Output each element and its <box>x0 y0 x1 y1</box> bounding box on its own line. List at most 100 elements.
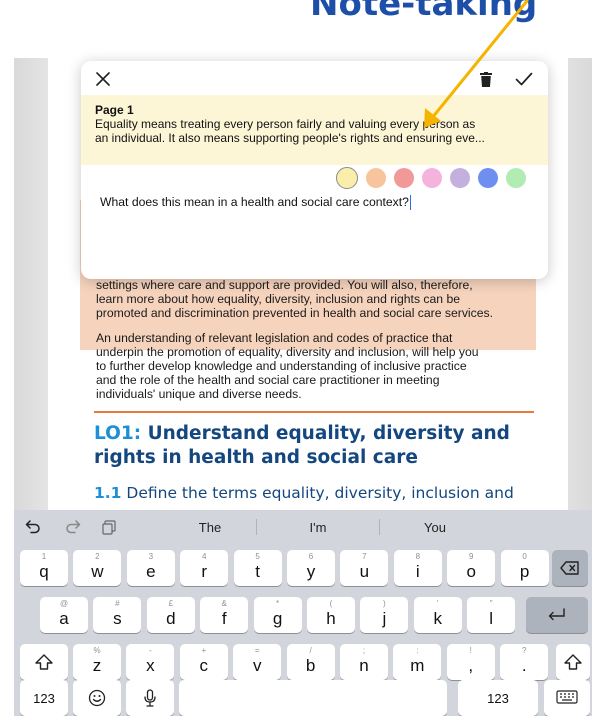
key-n[interactable]: ; n <box>340 644 388 680</box>
checkmark-icon <box>515 72 533 86</box>
key-u[interactable]: 7u <box>340 550 389 586</box>
key-d[interactable]: £ d <box>146 597 195 633</box>
highlight-color-picker <box>336 167 526 190</box>
numbers-key-right[interactable]: 123 <box>458 680 538 716</box>
key-.?[interactable]: ?. <box>500 644 549 680</box>
key-label: x <box>146 656 155 675</box>
section-title-line2: rights in health and social care <box>94 447 418 468</box>
note-toolbar <box>81 61 548 95</box>
key-m[interactable]: :m <box>393 644 442 680</box>
key-,![interactable]: !, <box>446 644 495 680</box>
key-i[interactable]: 8i <box>393 550 442 586</box>
key-t[interactable]: 5t <box>233 550 282 586</box>
key-label: c <box>199 656 209 675</box>
suggestion-2[interactable]: I'm <box>257 510 379 544</box>
color-swatch-red[interactable] <box>394 168 414 188</box>
suggestion-3[interactable]: You <box>380 510 490 544</box>
key-label: j <box>382 609 387 628</box>
key-label: h <box>326 609 336 628</box>
key-y[interactable]: 6y <box>287 550 335 586</box>
key-j[interactable]: ) j <box>360 597 409 633</box>
emoji-key[interactable] <box>73 680 121 716</box>
numbers-key-left[interactable]: 123 <box>20 680 68 716</box>
key-z[interactable]: % z <box>73 644 121 680</box>
key-label: b <box>305 656 316 675</box>
section-code: LO1: <box>94 423 142 444</box>
suggestion-bar: The I'm You <box>14 510 592 544</box>
backspace-key[interactable] <box>552 550 588 586</box>
key-g[interactable]: * g <box>253 597 302 633</box>
key-hint: 4 <box>201 552 207 561</box>
color-swatch-green[interactable] <box>506 168 526 188</box>
key-h[interactable]: (h <box>307 597 355 633</box>
keyboard-hide-icon <box>556 690 578 704</box>
key-label: d <box>166 609 176 628</box>
key-label: m <box>410 656 425 675</box>
delete-note-button[interactable] <box>475 68 497 90</box>
key-b[interactable]: / b <box>286 644 335 680</box>
key-hint: % <box>93 646 101 655</box>
divider <box>94 411 534 413</box>
highlighted-excerpt: Page 1 Equality means treating every per… <box>81 95 548 165</box>
key-hint: ( <box>329 599 333 608</box>
intro-paragraph-2-line: underpin the promotion of equality, dive… <box>96 345 479 359</box>
shift-key-left[interactable] <box>20 644 68 680</box>
key-hint: 9 <box>468 552 474 561</box>
key-label: p <box>519 562 530 581</box>
paste-button[interactable] <box>98 517 120 537</box>
done-button[interactable] <box>511 67 537 91</box>
undo-button[interactable] <box>22 517 44 537</box>
key-l[interactable]: " l <box>467 597 516 633</box>
shift-icon <box>564 654 582 670</box>
suggestion-1[interactable]: The <box>164 510 256 544</box>
key-hint: - <box>149 646 152 655</box>
key-label: q <box>39 562 49 581</box>
key-label: f <box>221 609 227 628</box>
dictation-key[interactable] <box>126 680 174 716</box>
key-w[interactable]: 2w <box>73 550 122 586</box>
excerpt-line-1: Equality means treating every person fai… <box>95 117 476 131</box>
key-label: u <box>359 562 370 581</box>
section-heading: LO1: Understand equality, diversity and … <box>94 422 554 470</box>
color-swatch-orange[interactable] <box>366 168 386 188</box>
redo-icon <box>66 520 81 534</box>
sub-heading: 1.1 Define the terms equality, diversity… <box>94 482 554 504</box>
key-hint: # <box>115 599 120 608</box>
color-swatch-blue[interactable] <box>478 168 498 188</box>
sub-heading-code: 1.1 <box>94 484 122 502</box>
key-s[interactable]: # s <box>93 597 142 633</box>
intro-paragraph-2: An understanding of relevant legislation… <box>96 331 536 401</box>
note-input[interactable]: What does this mean in a health and soci… <box>100 195 412 211</box>
key-hint: 6 <box>308 552 314 561</box>
key-q[interactable]: 1q <box>20 550 68 586</box>
color-swatch-purple[interactable] <box>450 168 470 188</box>
intro-paragraph-1-line: promoted and discrimination prevented in… <box>96 306 493 320</box>
key-hint: 3 <box>148 552 154 561</box>
key-hint: 5 <box>255 552 260 561</box>
key-label: k <box>433 609 443 628</box>
intro-paragraph-2-line: individuals' unique and diverse needs. <box>96 387 302 401</box>
key-e[interactable]: 3e <box>126 550 175 586</box>
key-x[interactable]: -x <box>126 644 175 680</box>
key-c[interactable]: + c <box>179 644 228 680</box>
hide-keyboard-key[interactable] <box>544 680 590 716</box>
trash-icon <box>480 71 492 87</box>
key-p[interactable]: 0p <box>500 550 549 586</box>
key-f[interactable]: & f <box>200 597 249 633</box>
return-key[interactable] <box>526 597 588 633</box>
key-a[interactable]: @ a <box>40 597 88 633</box>
key-k[interactable]: ' k <box>413 597 462 633</box>
key-o[interactable]: 9o <box>447 550 496 586</box>
color-swatch-yellow[interactable] <box>336 167 358 189</box>
key-hint: 8 <box>415 552 421 561</box>
space-bar[interactable] <box>179 680 447 716</box>
key-hint: ? <box>521 646 527 655</box>
shift-key-right[interactable] <box>556 644 590 680</box>
redo-button[interactable] <box>62 517 84 537</box>
undo-icon <box>25 520 40 534</box>
key-r[interactable]: 4r <box>180 550 229 586</box>
close-button[interactable] <box>91 67 115 91</box>
key-v[interactable]: = v <box>233 644 282 680</box>
key-label: n <box>359 656 369 675</box>
color-swatch-pink[interactable] <box>422 168 442 188</box>
